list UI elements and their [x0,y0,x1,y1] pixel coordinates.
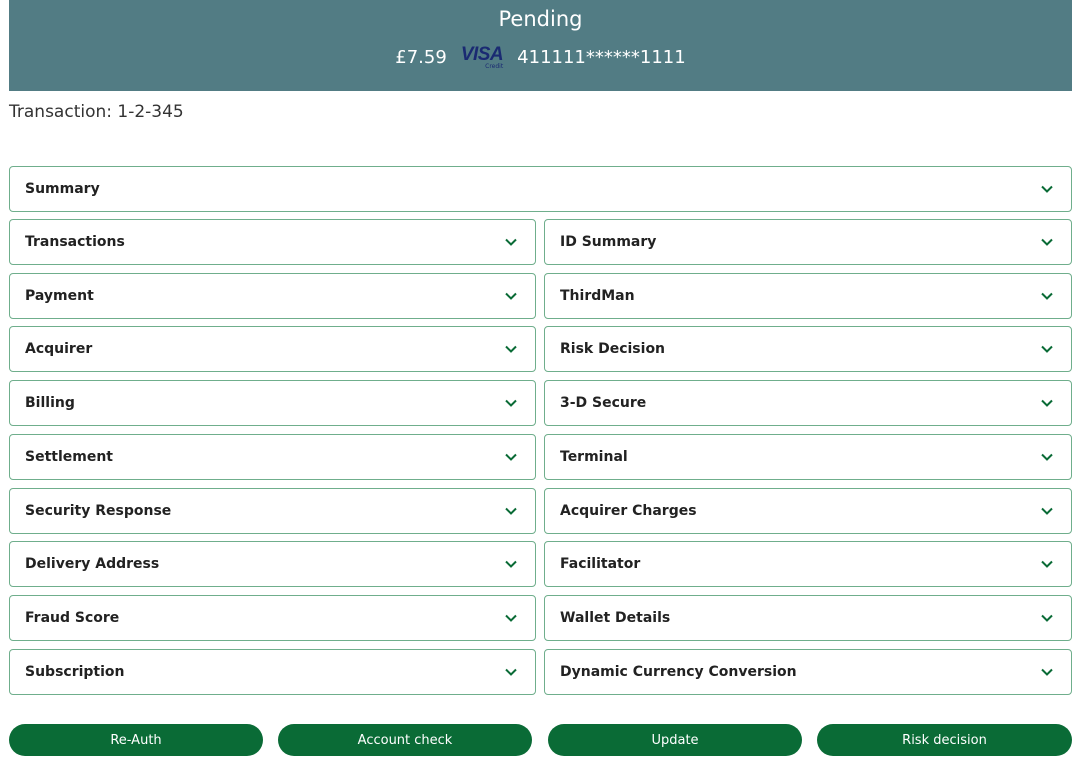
panel-title: ThirdMan [560,288,635,304]
accordion-security-response[interactable]: Security Response [9,488,536,534]
chevron-down-icon [1039,556,1055,572]
accordion-acquirer-charges[interactable]: Acquirer Charges [544,488,1072,534]
amount: £7.59 [395,47,447,68]
update-button[interactable]: Update [548,724,802,756]
accordion-risk-decision[interactable]: Risk Decision [544,326,1072,372]
chevron-down-icon [1039,503,1055,519]
chevron-down-icon [503,556,519,572]
account-check-button[interactable]: Account check [278,724,532,756]
accordion-billing[interactable]: Billing [9,380,536,426]
accordion-delivery-address[interactable]: Delivery Address [9,541,536,587]
status-header: Pending £7.59 VISACredit 411111******111… [9,0,1072,91]
accordion-settlement[interactable]: Settlement [9,434,536,480]
chevron-down-icon [1039,234,1055,250]
accordion-3-d-secure[interactable]: 3-D Secure [544,380,1072,426]
card-number: 411111******1111 [517,47,686,68]
accordion-acquirer[interactable]: Acquirer [9,326,536,372]
accordion-dynamic-currency-conversion[interactable]: Dynamic Currency Conversion [544,649,1072,695]
accordion-transactions[interactable]: Transactions [9,219,536,265]
risk-decision-button[interactable]: Risk decision [817,724,1072,756]
chevron-down-icon [503,503,519,519]
panel-title: Subscription [25,664,125,680]
accordion-fraud-score[interactable]: Fraud Score [9,595,536,641]
chevron-down-icon [1039,610,1055,626]
chevron-down-icon [1039,288,1055,304]
panel-title: ID Summary [560,234,656,250]
panel-title: Payment [25,288,94,304]
panel-title: Transactions [25,234,125,250]
chevron-down-icon [503,449,519,465]
panel-title: Fraud Score [25,610,119,626]
chevron-down-icon [503,610,519,626]
visa-logo-icon: VISACredit [461,45,503,70]
chevron-down-icon [503,234,519,250]
chevron-down-icon [503,288,519,304]
panel-title: Delivery Address [25,556,159,572]
panel-title: Billing [25,395,75,411]
chevron-down-icon [1039,395,1055,411]
accordion-facilitator[interactable]: Facilitator [544,541,1072,587]
panel-title: Terminal [560,449,628,465]
re-auth-button[interactable]: Re-Auth [9,724,263,756]
chevron-down-icon [1039,664,1055,680]
chevron-down-icon [503,664,519,680]
chevron-down-icon [1039,341,1055,357]
panel-title: Acquirer Charges [560,503,697,519]
accordion-subscription[interactable]: Subscription [9,649,536,695]
panel-title: Facilitator [560,556,640,572]
chevron-down-icon [503,395,519,411]
panel-title: Risk Decision [560,341,665,357]
transaction-id: Transaction: 1-2-345 [9,102,184,122]
status-text: Pending [9,7,1072,31]
chevron-down-icon [1039,181,1055,197]
accordion-payment[interactable]: Payment [9,273,536,319]
chevron-down-icon [503,341,519,357]
accordion-terminal[interactable]: Terminal [544,434,1072,480]
panel-title: Summary [25,181,100,197]
panel-title: Wallet Details [560,610,670,626]
panel-title: Security Response [25,503,171,519]
accordion-thirdman[interactable]: ThirdMan [544,273,1072,319]
panel-title: 3-D Secure [560,395,646,411]
accordion-summary[interactable]: Summary [9,166,1072,212]
panel-title: Settlement [25,449,113,465]
panel-title: Acquirer [25,341,92,357]
panel-title: Dynamic Currency Conversion [560,664,797,680]
accordion-wallet-details[interactable]: Wallet Details [544,595,1072,641]
accordion-id-summary[interactable]: ID Summary [544,219,1072,265]
chevron-down-icon [1039,449,1055,465]
